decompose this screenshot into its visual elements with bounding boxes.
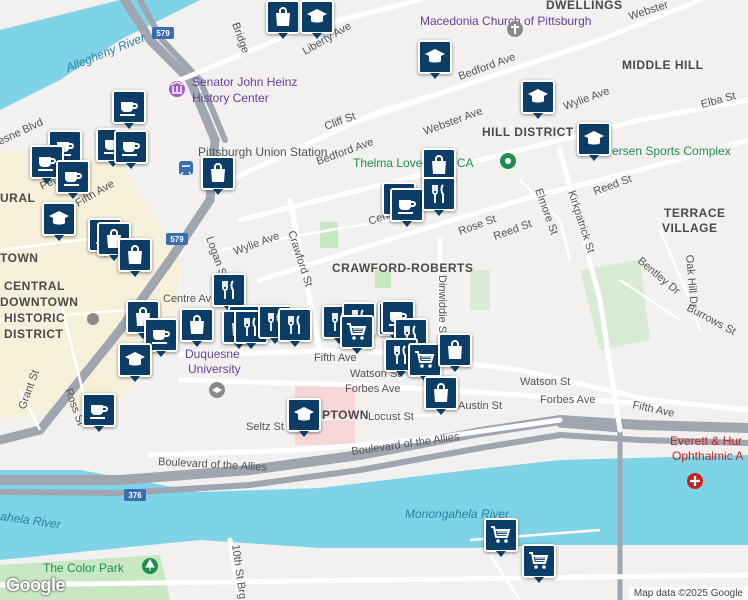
neighborhood-label: URAL (0, 191, 35, 205)
poi-label[interactable]: History Center (192, 91, 269, 105)
highway-shield: 376 (124, 489, 146, 501)
neighborhood-label: DWELLINGS (546, 0, 623, 12)
poi-label[interactable]: Macedonia Church of Pittsburgh (420, 14, 591, 28)
neighborhood-label: TOWN (0, 251, 38, 265)
svg-text:579: 579 (170, 235, 184, 244)
sports-icon (500, 153, 516, 169)
neighborhood-label: PTOWN (322, 408, 369, 422)
school-icon[interactable] (521, 80, 555, 119)
street-label: Watson St (520, 376, 570, 388)
poi-label[interactable]: University (188, 362, 241, 376)
restaurant-icon[interactable] (278, 308, 312, 347)
shopping-bag-icon[interactable] (118, 238, 152, 277)
cafe-icon[interactable] (112, 90, 146, 129)
svg-text:579: 579 (156, 29, 170, 38)
shopping-cart-icon[interactable] (522, 544, 556, 583)
shopping-cart-icon[interactable] (408, 343, 442, 382)
school-icon[interactable] (118, 343, 152, 382)
hospital-icon (687, 473, 703, 489)
street-label: Austin St (458, 400, 502, 412)
poi-label[interactable]: Duquesne (185, 347, 240, 361)
street-label: Seltz St (246, 421, 284, 433)
street-label: Fifth Ave (314, 352, 357, 364)
shopping-bag-icon[interactable] (201, 156, 235, 195)
poi-label[interactable]: Senator John Heinz (192, 75, 297, 89)
poi-label[interactable]: The Color Park (43, 561, 125, 575)
map-attribution[interactable]: Map data ©2025 Google (628, 587, 748, 600)
train-icon (179, 161, 193, 176)
street-label: Centre Av (163, 293, 212, 305)
google-logo: Google (6, 575, 66, 595)
school-icon[interactable] (577, 122, 611, 161)
cafe-icon[interactable] (114, 130, 148, 169)
street-label: Forbes Ave (540, 394, 595, 406)
neighborhood-label: VILLAGE (662, 221, 718, 235)
museum-icon (169, 81, 185, 97)
neighborhood-label: MIDDLE HILL (622, 58, 704, 72)
shopping-bag-icon[interactable] (424, 376, 458, 415)
school-icon[interactable] (300, 0, 334, 39)
shopping-cart-icon[interactable] (340, 315, 374, 354)
neighborhood-label: HISTORIC (4, 311, 65, 325)
shopping-bag-icon[interactable] (266, 0, 300, 39)
misc-icon (87, 313, 99, 325)
neighborhood-label: TERRACE (664, 206, 726, 220)
svg-text:376: 376 (128, 491, 142, 500)
street-label: Dinwiddie St (436, 275, 448, 336)
neighborhood-label: DISTRICT (4, 327, 64, 341)
restaurant-icon[interactable] (212, 273, 246, 312)
neighborhood-label: CRAWFORD-ROBERTS (332, 261, 473, 275)
cafe-icon[interactable] (82, 393, 116, 432)
highway-shield: 579 (166, 233, 188, 245)
restaurant-icon[interactable] (422, 177, 456, 216)
highway-shield: 579 (152, 27, 174, 39)
cafe-icon[interactable] (390, 188, 424, 227)
school-icon[interactable] (42, 202, 76, 241)
school-icon[interactable] (287, 398, 321, 437)
school-icon[interactable] (418, 40, 452, 79)
poi-label[interactable]: Ophthalmic A (672, 449, 743, 463)
university-icon (209, 382, 225, 398)
neighborhood-label: DOWNTOWN (0, 295, 78, 309)
neighborhood-label: HILL DISTRICT (482, 125, 574, 139)
shopping-cart-icon[interactable] (484, 518, 518, 557)
park-icon (142, 558, 158, 574)
cafe-icon[interactable] (56, 160, 90, 199)
church-icon (507, 21, 523, 37)
street-label: Forbes Ave (345, 383, 400, 395)
neighborhood-label: CENTRAL (4, 279, 65, 293)
poi-label[interactable]: Everett & Hur (670, 434, 742, 448)
poi-label[interactable]: ersen Sports Complex (612, 144, 731, 158)
street-label: Locust St (368, 411, 414, 423)
shopping-bag-icon[interactable] (180, 308, 214, 347)
shopping-bag-icon[interactable] (438, 333, 472, 372)
